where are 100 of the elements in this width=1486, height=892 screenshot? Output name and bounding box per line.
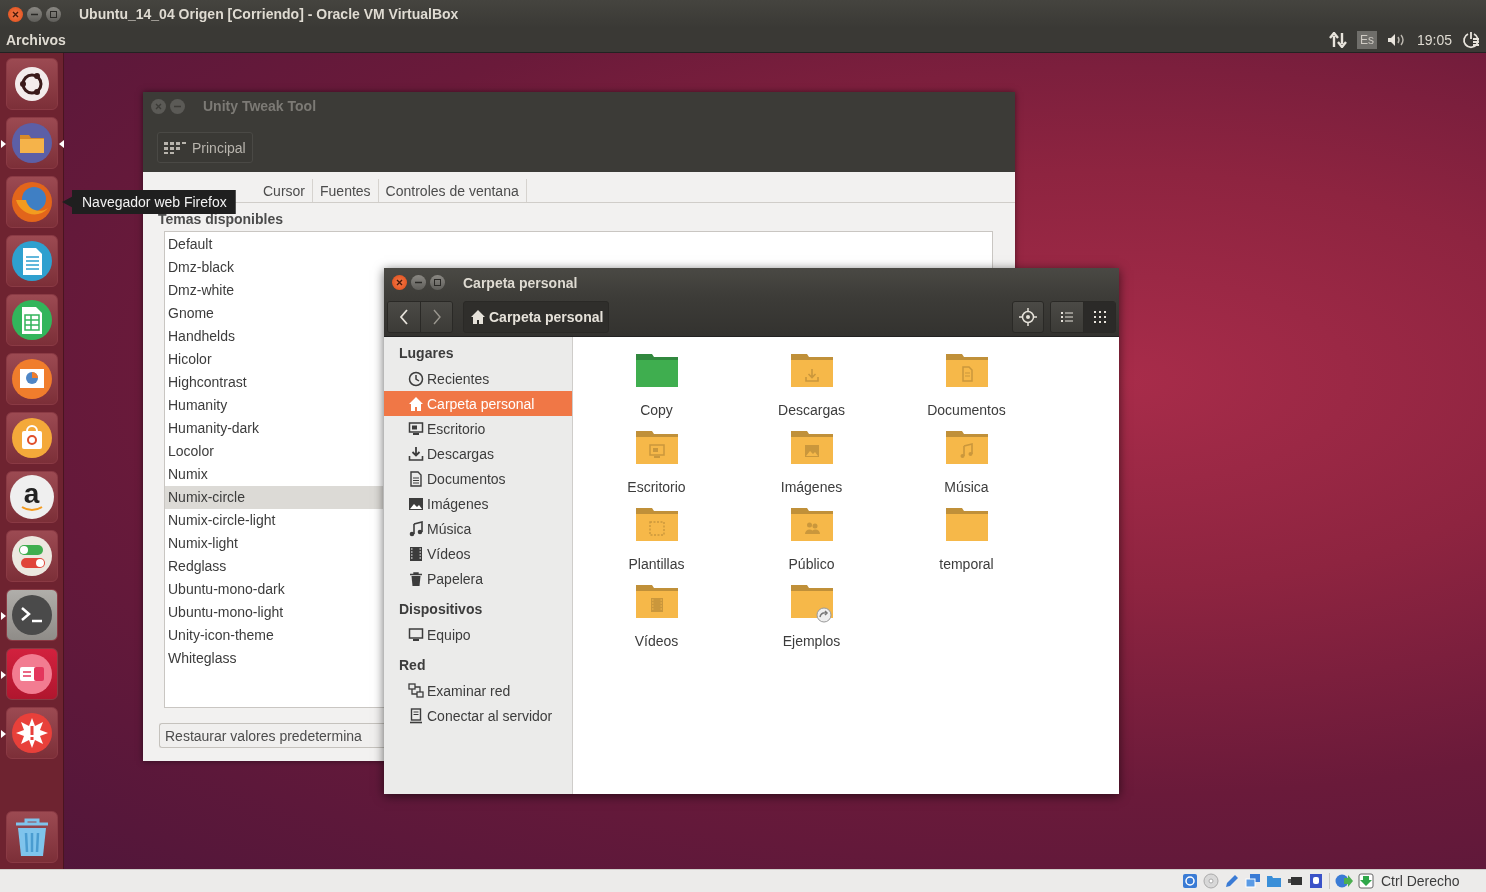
transfer-arrows-icon[interactable] [1328, 32, 1347, 48]
power-icon[interactable] [1462, 31, 1480, 49]
folder-label[interactable]: Descargas [778, 402, 845, 418]
clock[interactable]: 19:05 [1416, 32, 1452, 48]
sidebar-item[interactable]: Vídeos [384, 541, 572, 566]
launcher-item[interactable] [5, 412, 58, 464]
launcher-item[interactable] [5, 58, 58, 110]
maximize-button[interactable] [46, 6, 61, 22]
list-item[interactable]: Default [165, 233, 383, 256]
list-item[interactable]: Dmz-black [165, 256, 383, 279]
launcher-item[interactable] [5, 530, 58, 582]
folder-label[interactable]: Escritorio [627, 479, 686, 495]
sidebar-heading: Red [398, 656, 427, 675]
globe-arrow-icon[interactable] [1335, 873, 1353, 889]
launcher-item[interactable] [5, 353, 58, 405]
reset-button[interactable]: Restaurar valores predetermina [159, 723, 385, 748]
list-item[interactable]: Numix [165, 463, 383, 486]
download-icon [408, 445, 424, 462]
launcher-item[interactable] [5, 235, 58, 287]
maximize-icon [50, 10, 57, 18]
folder-label[interactable]: Público [788, 556, 835, 572]
host-key-label: Ctrl Derecho [1381, 873, 1460, 889]
chip-icon[interactable] [1308, 873, 1324, 889]
window-title: Carpeta personal [463, 274, 578, 291]
list-item[interactable]: Ubuntu-mono-light [165, 601, 383, 624]
tab[interactable]: Fuentes [313, 179, 379, 202]
sidebar-item[interactable]: Documentos [384, 466, 572, 491]
presentation-icon [9, 357, 54, 401]
folder-icon[interactable] [1266, 873, 1282, 889]
card-icon [9, 652, 54, 696]
sidebar-item[interactable]: Descargas [384, 441, 572, 466]
sidebar-item[interactable]: Escritorio [384, 416, 572, 441]
sidebar-item[interactable]: Música [384, 516, 572, 541]
server-icon [408, 707, 424, 724]
list-item[interactable]: Numix-circle [165, 486, 383, 509]
list-icon [1061, 310, 1073, 323]
sidebar-item[interactable]: Recientes [384, 366, 572, 391]
back-button[interactable] [388, 301, 420, 332]
close-icon [396, 279, 403, 286]
minimize-button[interactable] [27, 6, 42, 22]
minimize-button[interactable] [411, 275, 426, 290]
folder-label[interactable]: Música [944, 479, 989, 495]
tab[interactable]: Controles de ventana [378, 179, 527, 202]
overview-button[interactable]: Principal [157, 132, 253, 163]
network-icon[interactable] [1245, 873, 1261, 889]
folder-label[interactable]: Documentos [927, 402, 1006, 418]
starburst-icon [9, 711, 54, 755]
maximize-button[interactable] [430, 275, 445, 290]
document-icon [9, 239, 54, 283]
tab[interactable]: Cursor [256, 179, 313, 202]
launcher-item[interactable] [5, 811, 58, 863]
forward-button[interactable] [420, 301, 452, 332]
list-item[interactable]: Handhelds [165, 325, 383, 348]
list-item[interactable]: Humanity-dark [165, 417, 383, 440]
list-item[interactable]: Redglass [165, 555, 383, 578]
folder-label[interactable]: Plantillas [628, 556, 685, 572]
shopping-bag-icon [9, 416, 54, 460]
section-heading: Temas disponibles [158, 211, 284, 227]
speaker-icon[interactable] [1386, 33, 1407, 47]
sidebar-heading: Lugares [398, 344, 455, 363]
launcher-item[interactable] [5, 294, 58, 346]
grid-view-button[interactable] [1083, 301, 1115, 332]
list-item[interactable]: Numix-light [165, 532, 383, 555]
list-item[interactable]: Locolor [165, 440, 383, 463]
sidebar-item[interactable]: Papelera [384, 566, 572, 591]
minimize-icon [415, 279, 422, 286]
folder-label[interactable]: Vídeos [634, 633, 679, 649]
location-button[interactable] [1012, 300, 1044, 333]
list-view-button[interactable] [1051, 301, 1083, 332]
list-item[interactable]: Whiteglass [165, 647, 383, 670]
folder-label[interactable]: Imágenes [780, 479, 843, 495]
close-button[interactable] [8, 6, 23, 22]
list-item[interactable]: Humanity [165, 394, 383, 417]
sidebar-item[interactable]: Equipo [384, 622, 572, 647]
sidebar-item[interactable]: Imágenes [384, 491, 572, 516]
list-item[interactable]: Highcontrast [165, 371, 383, 394]
close-button[interactable] [392, 275, 407, 290]
sidebar-item[interactable]: Examinar red [384, 678, 572, 703]
tooltip: Navegador web Firefox [62, 190, 236, 214]
list-item[interactable]: Dmz-white [165, 279, 383, 302]
folder-label[interactable]: Ejemplos [782, 633, 841, 649]
document-icon [408, 470, 424, 487]
sidebar-item[interactable]: Conectar al servidor [384, 703, 572, 728]
chevron-left-icon [399, 308, 409, 325]
list-item[interactable]: Hicolor [165, 348, 383, 371]
folder-label[interactable]: temporal [939, 556, 994, 572]
list-item[interactable]: Gnome [165, 302, 383, 325]
folder-label[interactable]: Copy [640, 402, 673, 418]
list-item[interactable]: Ubuntu-mono-dark [165, 578, 383, 601]
pen-icon[interactable] [1224, 873, 1240, 889]
folder-icon [9, 121, 54, 165]
list-item[interactable]: Numix-circle-light [165, 509, 383, 532]
spreadsheet-icon [9, 298, 54, 342]
terminal-icon [9, 593, 54, 637]
trash-icon [408, 570, 424, 587]
download-arrow-icon[interactable] [1358, 873, 1374, 889]
hard-disk-icon[interactable] [1182, 873, 1198, 889]
list-item[interactable]: Unity-icon-theme [165, 624, 383, 647]
app-name: Archivos [6, 32, 66, 48]
path-button[interactable]: Carpeta personal [463, 300, 610, 333]
